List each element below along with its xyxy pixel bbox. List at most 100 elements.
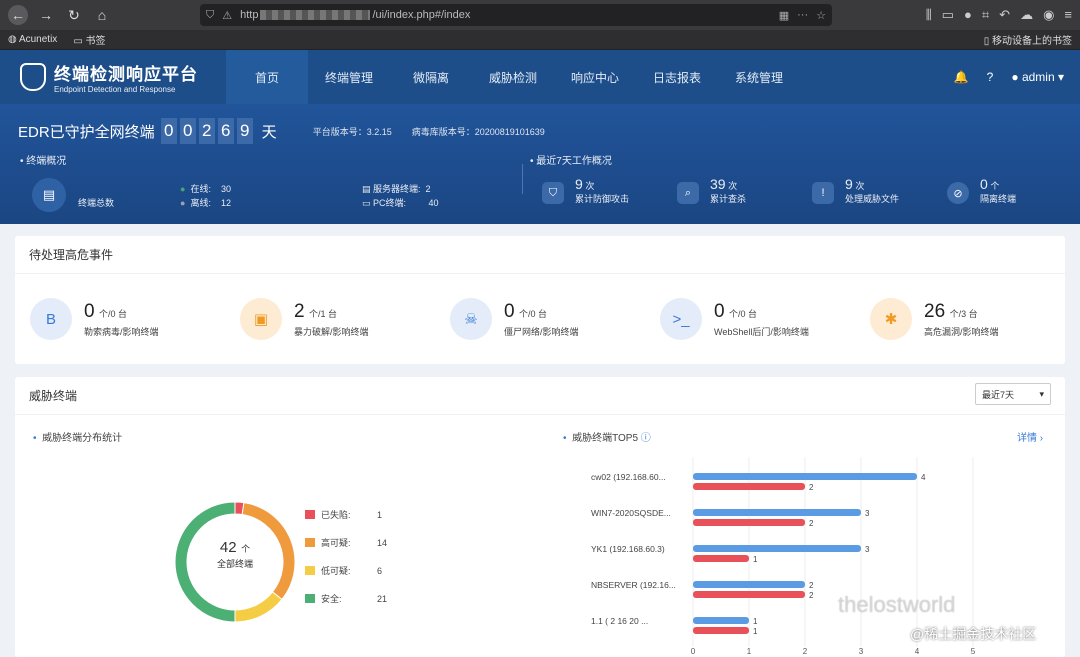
bar-value: 1: [753, 617, 758, 626]
nav-system[interactable]: 系统管理: [718, 50, 800, 104]
week-file: 9 次处理威胁文件: [845, 176, 900, 204]
help-icon[interactable]: ?: [987, 70, 994, 84]
bar-value: 1: [753, 627, 758, 636]
bookmark-star-icon[interactable]: ☆: [816, 9, 826, 22]
alert-label: 暴力破解/影响终端: [294, 326, 369, 337]
bar[interactable]: [693, 473, 917, 480]
x-tick: 3: [859, 647, 864, 656]
dist-title: • 威胁终端分布统计: [33, 433, 123, 444]
pending-item[interactable]: ✱ 26 个/3 台 高危漏洞/影响终端: [870, 298, 999, 340]
more-icon[interactable]: ···: [797, 9, 808, 21]
menu-icon[interactable]: ≡: [1064, 7, 1072, 23]
virus-version: 病毒库版本号：20200819101639: [411, 126, 545, 137]
range-select[interactable]: 最近7天 ▾: [975, 383, 1051, 405]
brand-subtitle: Endpoint Detection and Response: [54, 85, 176, 94]
bar-value: 3: [865, 509, 870, 518]
user-menu[interactable]: ● admin ▾: [1011, 70, 1064, 84]
alert-count: 0: [84, 300, 95, 322]
bar[interactable]: [693, 545, 861, 552]
bar[interactable]: [693, 591, 805, 598]
bar[interactable]: [693, 617, 749, 624]
alert-label: 僵尸网络/影响终端: [504, 326, 579, 337]
bar-category: 1.1 ( 2 16 20 ...: [591, 616, 648, 626]
legend-item[interactable]: 已失陷: 1: [305, 508, 415, 521]
offline-stat: ● 离线: 12: [180, 198, 231, 208]
nav-response[interactable]: 响应中心: [554, 50, 636, 104]
legend-item[interactable]: 高可疑: 14: [305, 536, 415, 549]
alert-unit: 个/3 台: [949, 308, 978, 319]
bar[interactable]: [693, 519, 805, 526]
url-bar[interactable]: ⛉ ⚠ http/ui/index.php#/index ▦ ··· ☆: [200, 4, 832, 26]
bell-icon[interactable]: 🔔: [954, 70, 969, 84]
detail-link[interactable]: 详情 ›: [1017, 429, 1043, 444]
bookmark-folder[interactable]: ▭ 书签: [73, 32, 105, 47]
legend-item[interactable]: 安全: 21: [305, 592, 415, 605]
donut-slice[interactable]: [234, 591, 283, 623]
cloud-icon[interactable]: ☁: [1020, 7, 1033, 23]
back-icon[interactable]: ←: [8, 5, 28, 25]
overview-title: • 终端概况: [20, 156, 67, 167]
week-title: • 最近7天工作概况: [530, 156, 612, 167]
day-unit: 天: [261, 123, 277, 141]
pending-item[interactable]: B 0 个/0 台 勒索病毒/影响终端: [30, 298, 159, 340]
bar[interactable]: [693, 627, 749, 634]
server-stat: ▤ 服务器终端: 2: [362, 184, 431, 194]
alert-label: 勒索病毒/影响终端: [84, 326, 159, 337]
forward-icon[interactable]: →: [36, 5, 56, 25]
alert-type-icon: ▣: [240, 298, 282, 340]
alert-count: 26: [924, 300, 946, 322]
sidebar-icon[interactable]: ▭: [942, 7, 954, 23]
bar-value: 2: [809, 483, 814, 492]
x-tick: 4: [915, 647, 920, 656]
home-icon[interactable]: ⌂: [92, 5, 112, 25]
nav-endpoint[interactable]: 终端管理: [308, 50, 390, 104]
alert-type-icon: B: [30, 298, 72, 340]
alert-count: 0: [504, 300, 515, 322]
bar-category: WIN7-2020SQSDE...: [591, 508, 671, 518]
top-title: • 威胁终端TOP5 ⓘ: [563, 433, 651, 444]
alert-label: WebShell后门/影响终端: [714, 326, 809, 337]
bar[interactable]: [693, 555, 749, 562]
undo-icon[interactable]: ↶: [999, 7, 1010, 23]
alert-unit: 个/0 台: [99, 308, 128, 319]
caret-down-icon: ▾: [1039, 388, 1044, 399]
pending-card: 待处理高危事件 B 0 个/0 台 勒索病毒/影响终端 ▣ 2 个/1 台 暴力破…: [15, 236, 1065, 364]
extension-icon[interactable]: ◉: [1043, 7, 1054, 23]
pending-item[interactable]: ▣ 2 个/1 台 暴力破解/影响终端: [240, 298, 369, 340]
alert-count: 0: [714, 300, 725, 322]
bar[interactable]: [693, 509, 861, 516]
brand: 终端检测响应平台 Endpoint Detection and Response: [0, 60, 226, 94]
nav-home[interactable]: 首页: [226, 50, 308, 104]
account-icon[interactable]: ●: [964, 7, 972, 23]
reload-icon[interactable]: ↻: [64, 5, 84, 25]
bar[interactable]: [693, 483, 805, 490]
platform-version: 平台版本号：3.2.15: [312, 126, 392, 137]
brand-title: 终端检测响应平台: [54, 65, 198, 84]
defense-icon: ⛉: [542, 182, 564, 204]
x-tick: 0: [691, 647, 696, 656]
bookmark-acunetix[interactable]: ◍ Acunetix: [8, 34, 57, 45]
alert-unit: 个/0 台: [519, 308, 548, 319]
bar-category: cw02 (192.168.60...: [591, 472, 666, 482]
bar-value: 2: [809, 591, 814, 600]
crop-icon[interactable]: ⌗: [982, 7, 989, 23]
nav-microseg[interactable]: 微隔离: [390, 50, 472, 104]
bar[interactable]: [693, 581, 805, 588]
library-icon[interactable]: ⫼: [926, 7, 932, 23]
nav-threat[interactable]: 威胁检测: [472, 50, 554, 104]
browser-toolbar: ← → ↻ ⌂ ⛉ ⚠ http/ui/index.php#/index ▦ ·…: [0, 0, 1080, 30]
nav-logs[interactable]: 日志报表: [636, 50, 718, 104]
bookmark-mobile[interactable]: ▯ 移动设备上的书签: [984, 32, 1072, 47]
url-text: http/ui/index.php#/index: [240, 9, 471, 21]
bar-value: 2: [809, 519, 814, 528]
qr-icon[interactable]: ▦: [779, 9, 789, 22]
info-icon[interactable]: ⓘ: [641, 433, 651, 444]
week-isolate: 0 个隔离终端: [980, 176, 1017, 204]
pending-item[interactable]: ☠ 0 个/0 台 僵尸网络/影响终端: [450, 298, 579, 340]
day-counter: 00269: [160, 118, 256, 144]
top-navigation: 终端检测响应平台 Endpoint Detection and Response…: [0, 50, 1080, 104]
week-defense: 9 次累计防御攻击: [575, 176, 630, 204]
legend-item[interactable]: 低可疑: 6: [305, 564, 415, 577]
bar-value: 3: [865, 545, 870, 554]
pending-item[interactable]: >_ 0 个/0 台 WebShell后门/影响终端: [660, 298, 809, 340]
